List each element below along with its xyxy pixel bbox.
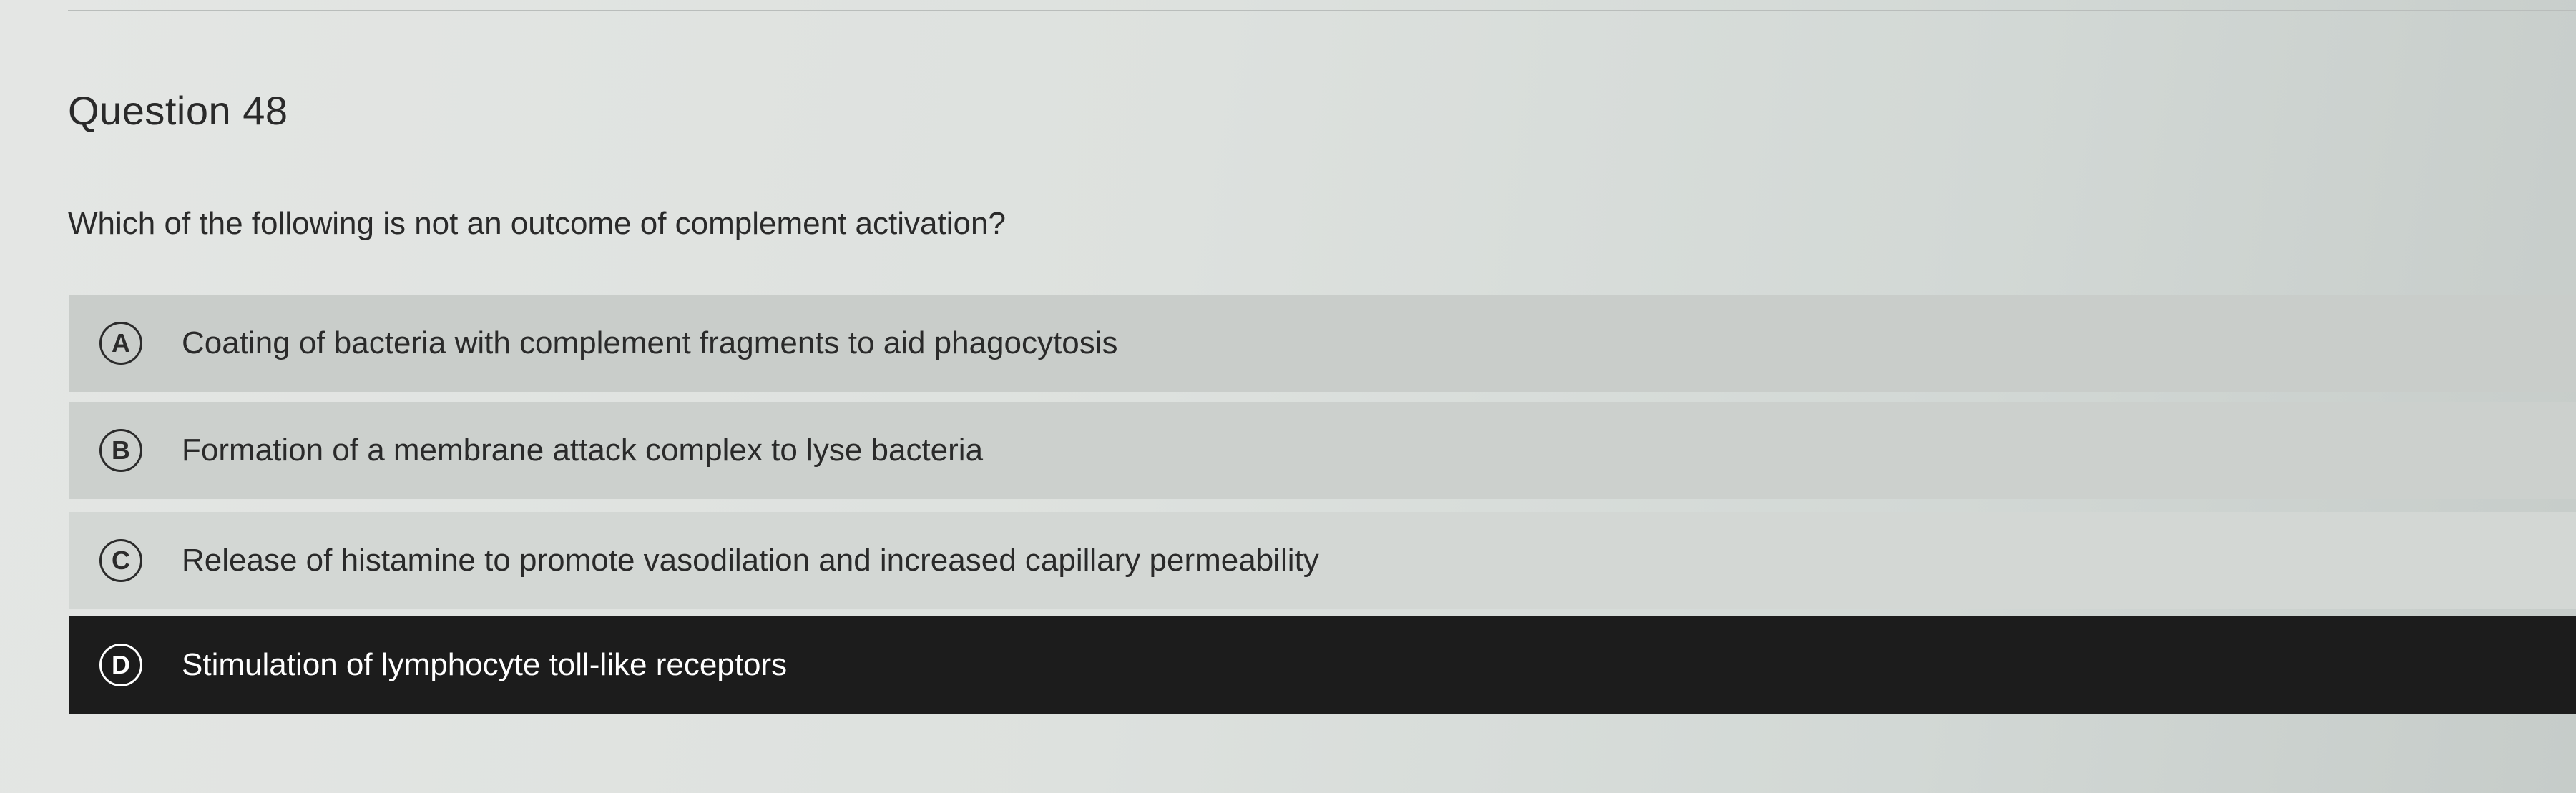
answer-options: A Coating of bacteria with complement fr… [69, 295, 2576, 724]
option-c-label: Release of histamine to promote vasodila… [182, 543, 1319, 578]
option-a[interactable]: A Coating of bacteria with complement fr… [69, 295, 2576, 392]
option-d-label: Stimulation of lymphocyte toll-like rece… [182, 647, 788, 682]
question-title: Question 48 [68, 88, 288, 133]
option-b-label: Formation of a membrane attack complex t… [182, 433, 984, 468]
option-b-letter-badge: B [99, 429, 142, 472]
question-prompt: Which of the following is not an outcome… [68, 206, 1006, 241]
option-c[interactable]: C Release of histamine to promote vasodi… [69, 512, 2576, 609]
option-a-letter-badge: A [99, 322, 142, 365]
option-b[interactable]: B Formation of a membrane attack complex… [69, 402, 2576, 499]
option-c-letter-badge: C [99, 539, 142, 582]
option-a-label: Coating of bacteria with complement frag… [182, 325, 1118, 360]
top-divider [68, 10, 2576, 11]
option-d-letter-badge: D [99, 644, 142, 686]
option-d[interactable]: D Stimulation of lymphocyte toll-like re… [69, 616, 2576, 714]
